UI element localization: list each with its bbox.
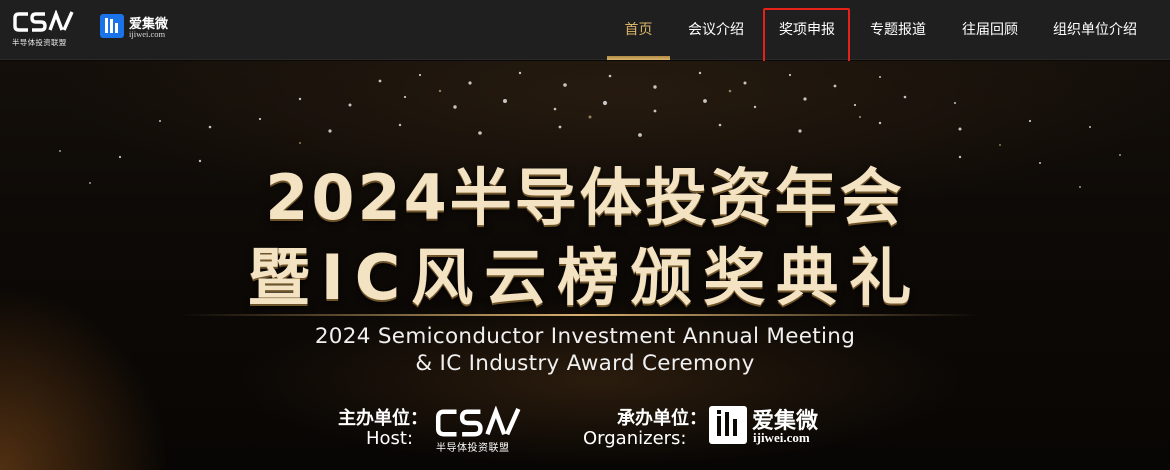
csia-logo-subtitle: 半导体投资联盟 xyxy=(12,38,67,47)
csia-logo[interactable]: 半导体投资联盟 xyxy=(12,9,76,47)
host-csia-logo: 半导体投资联盟 xyxy=(434,405,524,454)
nav-conference-intro[interactable]: 会议介绍 xyxy=(684,0,748,60)
hero-title-cn-line2: 暨IC风云榜颁奖典礼 xyxy=(247,241,923,314)
top-navbar: 半导体投资联盟 爱集微 ijiwei.com 首页 会议介绍 奖项申报 专题报道… xyxy=(0,0,1170,60)
nav-special-reports[interactable]: 专题报道 xyxy=(865,0,931,60)
organizer-logo-domain: ijiwei.com xyxy=(753,430,810,445)
ijiwei-bars-icon xyxy=(100,14,124,38)
nav-active-indicator xyxy=(607,56,670,60)
hero-banner: 2024半导体投资年会 暨IC风云榜颁奖典礼 2024 Semiconducto… xyxy=(0,61,1170,470)
hero-title-en-line1: 2024 Semiconductor Investment Annual Mee… xyxy=(314,324,856,349)
organizer-label-en: Organizers: xyxy=(583,428,687,449)
host-label-cn: 主办单位： xyxy=(338,408,428,429)
csia-logo-mark-icon xyxy=(13,9,74,32)
organizer-label-cn: 承办单位： xyxy=(617,408,707,429)
organizer-ijiwei-logo: 爱集微 ijiwei.com xyxy=(709,403,829,451)
gold-divider xyxy=(180,314,980,316)
host-logo-subtitle: 半导体投资联盟 xyxy=(436,443,510,454)
ijiwei-logo-domain: ijiwei.com xyxy=(129,29,166,39)
host-csia-mark-icon xyxy=(435,405,521,437)
hero-title-cn-line1: 2024半导体投资年会 xyxy=(265,161,905,234)
organizer-bars-icon xyxy=(709,406,747,444)
host-label-en: Host: xyxy=(366,428,414,449)
nav-award-application[interactable]: 奖项申报 xyxy=(774,0,840,60)
nav-past-review[interactable]: 往届回顾 xyxy=(957,0,1023,60)
nav-home[interactable]: 首页 xyxy=(607,0,670,60)
nav-organizers-intro[interactable]: 组织单位介绍 xyxy=(1048,0,1142,60)
hero-title-en-line2: & IC Industry Award Ceremony xyxy=(415,351,755,376)
